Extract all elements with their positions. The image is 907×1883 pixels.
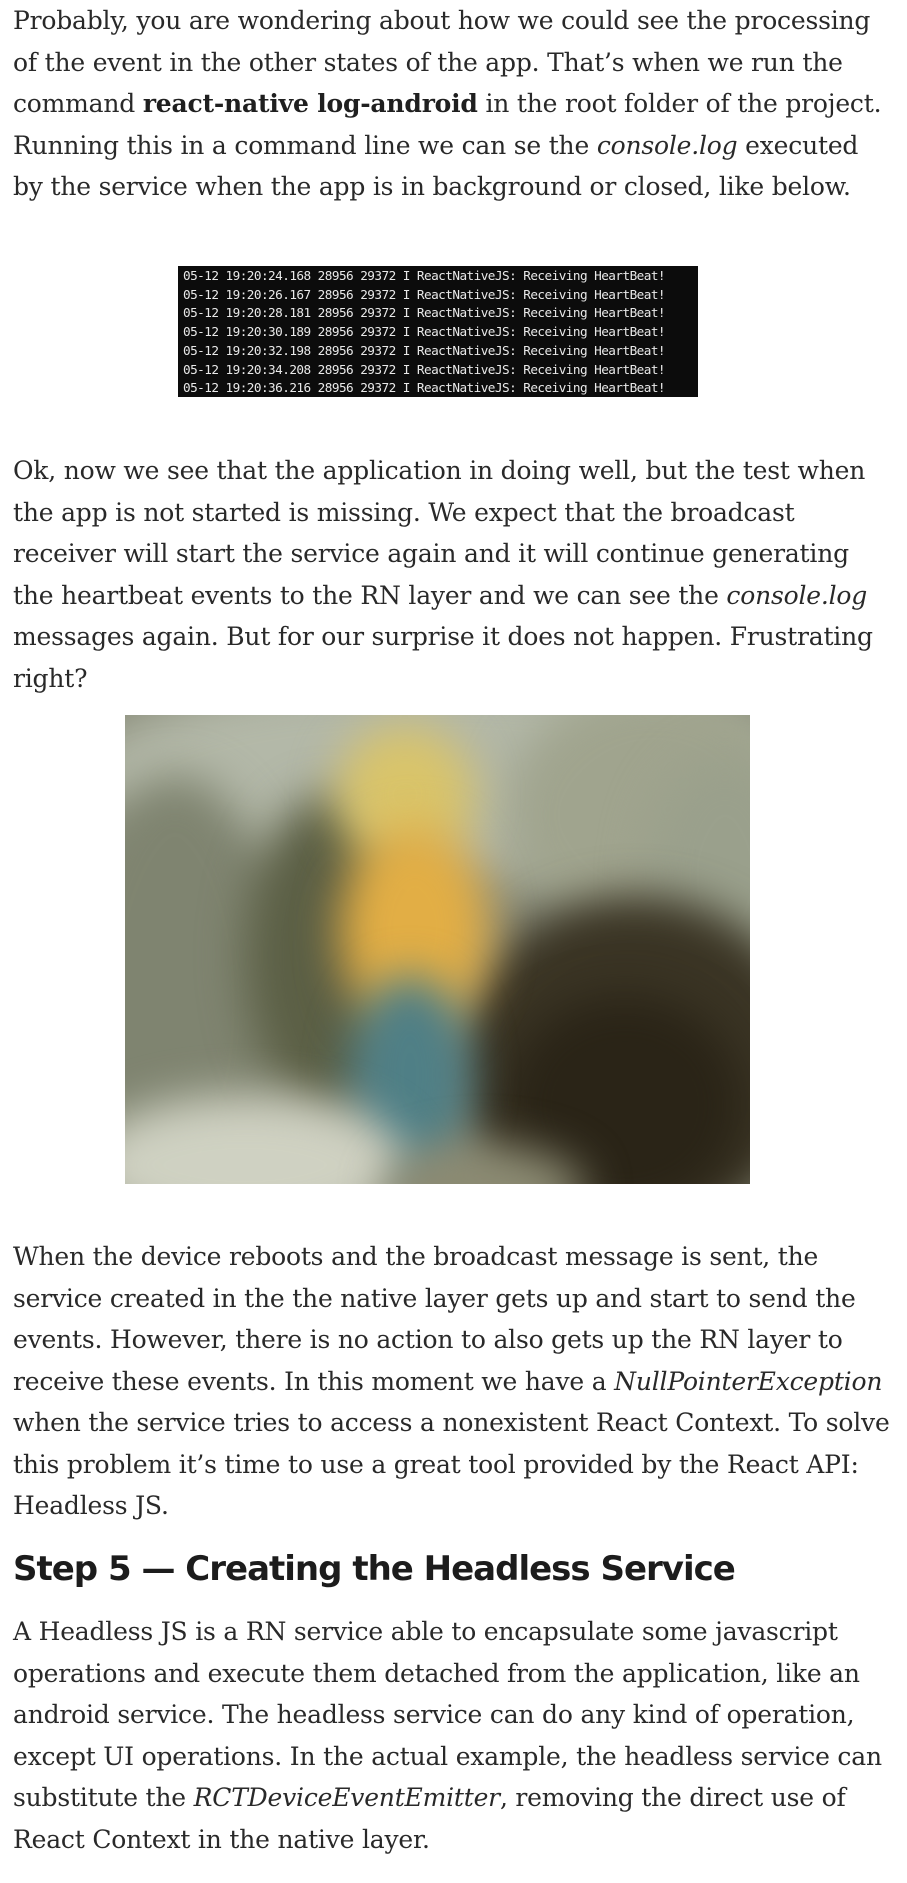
section-heading: Step 5 — Creating the Headless Service bbox=[13, 1549, 736, 1589]
paragraph-test-missing: Ok, now we see that the application in d… bbox=[13, 450, 893, 699]
code-term: console.log bbox=[726, 580, 868, 610]
log-line: 05-12 19:20:24.168 28956 29372 I ReactNa… bbox=[183, 268, 666, 283]
code-term: RCTDeviceEventEmitter bbox=[193, 1783, 500, 1812]
terminal-log-screenshot: 05-12 19:20:24.168 28956 29372 I ReactNa… bbox=[178, 266, 698, 397]
code-term: NullPointerException bbox=[614, 1366, 883, 1396]
log-line: 05-12 19:20:34.208 28956 29372 I ReactNa… bbox=[183, 361, 666, 377]
log-line: 05-12 19:20:26.167 28956 29372 I ReactNa… bbox=[183, 286, 666, 302]
log-line: 05-12 19:20:28.181 28956 29372 I ReactNa… bbox=[183, 305, 666, 321]
log-line: 05-12 19:20:30.189 28956 29372 I ReactNa… bbox=[183, 324, 666, 340]
paragraph-text: messages again. But for our surprise it … bbox=[13, 622, 873, 693]
command-text: react-native log-android bbox=[142, 89, 478, 118]
paragraph-headless-intro: A Headless JS is a RN service able to en… bbox=[13, 1611, 893, 1860]
paragraph-reboot-explanation: When the device reboots and the broadcas… bbox=[13, 1236, 893, 1527]
blurred-photo[interactable] bbox=[125, 715, 750, 1184]
code-term: console.log bbox=[596, 130, 738, 160]
paragraph-text: when the service tries to access a nonex… bbox=[13, 1408, 890, 1520]
log-line: 05-12 19:20:32.198 28956 29372 I ReactNa… bbox=[183, 342, 666, 358]
paragraph-log-intro: Probably, you are wondering about how we… bbox=[13, 0, 893, 208]
log-line: 05-12 19:20:36.216 28956 29372 I ReactNa… bbox=[183, 380, 666, 396]
